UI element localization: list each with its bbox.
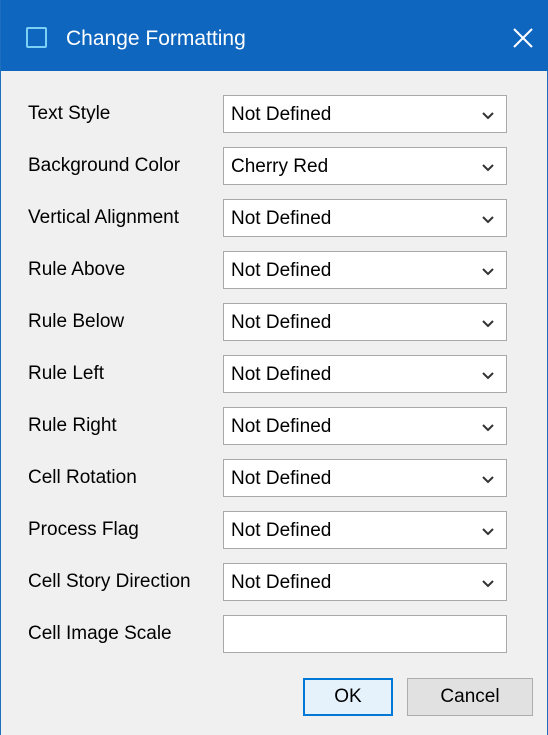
process-flag-dropdown[interactable]: Not Defined <box>223 511 507 549</box>
rule-right-value: Not Defined <box>231 416 332 437</box>
cell-story-direction-dropdown[interactable]: Not Defined <box>223 563 507 601</box>
chevron-down-icon <box>482 528 494 536</box>
text-style-value: Not Defined <box>231 104 332 125</box>
rule-above-dropdown[interactable]: Not Defined <box>223 251 507 289</box>
row-rule-right: Rule Right Not Defined <box>1 407 548 445</box>
text-style-label: Text Style <box>28 103 111 124</box>
row-cell-story-direction: Cell Story Direction Not Defined <box>1 563 548 601</box>
rule-below-label: Rule Below <box>28 311 125 332</box>
rule-right-label: Rule Right <box>28 415 117 436</box>
vertical-alignment-dropdown[interactable]: Not Defined <box>223 199 507 237</box>
rule-left-value: Not Defined <box>231 364 332 385</box>
rule-above-label: Rule Above <box>28 259 126 280</box>
ok-button[interactable]: OK <box>303 678 393 716</box>
chevron-down-icon <box>482 320 494 328</box>
chevron-down-icon <box>482 580 494 588</box>
background-color-dropdown[interactable]: Cherry Red <box>223 147 507 185</box>
cancel-button[interactable]: Cancel <box>407 678 533 716</box>
row-background-color: Background Color Cherry Red <box>1 147 548 185</box>
row-process-flag: Process Flag Not Defined <box>1 511 548 549</box>
cell-story-direction-label: Cell Story Direction <box>28 571 191 592</box>
rule-below-dropdown[interactable]: Not Defined <box>223 303 507 341</box>
chevron-down-icon <box>482 216 494 224</box>
dialog-body: Text Style Not Defined Background Color … <box>1 71 548 735</box>
window-title: Change Formatting <box>66 27 246 50</box>
background-color-value: Cherry Red <box>231 156 329 177</box>
rule-left-label: Rule Left <box>28 363 105 384</box>
chevron-down-icon <box>482 112 494 120</box>
chevron-down-icon <box>482 476 494 484</box>
rule-right-dropdown[interactable]: Not Defined <box>223 407 507 445</box>
background-color-label: Background Color <box>28 155 181 176</box>
process-flag-value: Not Defined <box>231 520 332 541</box>
close-button[interactable] <box>503 18 543 58</box>
row-cell-rotation: Cell Rotation Not Defined <box>1 459 548 497</box>
row-vertical-alignment: Vertical Alignment Not Defined <box>1 199 548 237</box>
cell-rotation-dropdown[interactable]: Not Defined <box>223 459 507 497</box>
rule-above-value: Not Defined <box>231 260 332 281</box>
row-cell-image-scale: Cell Image Scale <box>1 615 548 653</box>
rule-left-dropdown[interactable]: Not Defined <box>223 355 507 393</box>
cell-rotation-value: Not Defined <box>231 468 332 489</box>
cell-image-scale-label: Cell Image Scale <box>28 623 172 644</box>
chevron-down-icon <box>482 164 494 172</box>
text-style-dropdown[interactable]: Not Defined <box>223 95 507 133</box>
row-rule-left: Rule Left Not Defined <box>1 355 548 393</box>
change-formatting-dialog: Change Formatting Text Style Not Defined… <box>0 0 548 735</box>
title-bar: Change Formatting <box>1 0 548 71</box>
row-text-style: Text Style Not Defined <box>1 95 548 133</box>
vertical-alignment-label: Vertical Alignment <box>28 207 180 228</box>
rule-below-value: Not Defined <box>231 312 332 333</box>
cell-rotation-label: Cell Rotation <box>28 467 137 488</box>
close-icon <box>513 28 533 48</box>
chevron-down-icon <box>482 268 494 276</box>
chevron-down-icon <box>482 424 494 432</box>
cell-image-scale-input[interactable] <box>223 615 507 653</box>
cell-story-direction-value: Not Defined <box>231 572 332 593</box>
row-rule-above: Rule Above Not Defined <box>1 251 548 289</box>
chevron-down-icon <box>482 372 494 380</box>
window-icon <box>26 27 47 48</box>
process-flag-label: Process Flag <box>28 519 139 540</box>
row-rule-below: Rule Below Not Defined <box>1 303 548 341</box>
vertical-alignment-value: Not Defined <box>231 208 332 229</box>
